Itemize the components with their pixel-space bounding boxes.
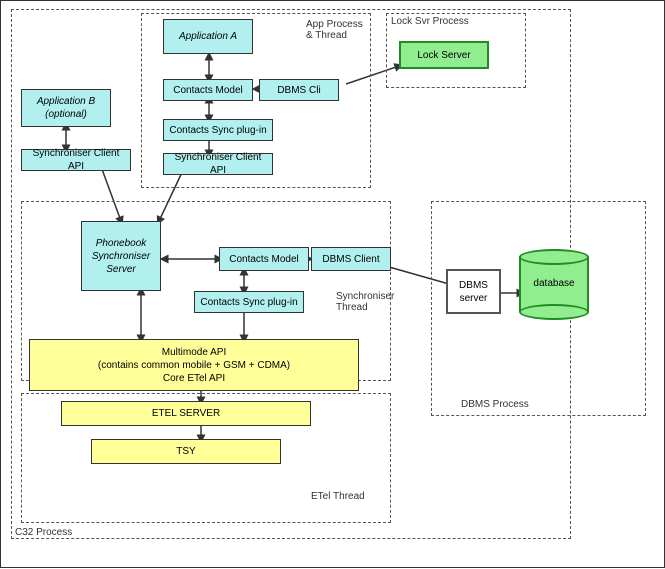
dbms-server-box: DBMS server [446,269,501,314]
dbms-cli-box: DBMS Cli [259,79,339,101]
c32-process-label: C32 Process [15,527,72,538]
sync-client-api-b-box: Synchroniser Client API [21,149,131,171]
multimode-api-box: Multimode API (contains common mobile + … [29,339,359,391]
application-a-box: Application A [163,19,253,54]
etel-server-box: ETEL SERVER [61,401,311,426]
tsy-box: TSY [91,439,281,464]
database-cylinder: database [519,249,589,320]
dbms-client-box: DBMS Client [311,247,391,271]
contacts-sync-top-box: Contacts Sync plug-in [163,119,273,141]
phonebook-sync-server-box: Phonebook Synchroniser Server [81,221,161,291]
etel-thread-label: ETel Thread [311,491,365,502]
dbms-process-label: DBMS Process [461,399,529,410]
application-b-box: Application B (optional) [21,89,111,127]
sync-thread-label: Synchroniser Thread [336,291,394,313]
lock-server-box: Lock Server [399,41,489,69]
cylinder-bottom [519,304,589,320]
architecture-diagram: C32 Process App Process & Thread Lock Sv… [0,0,665,568]
lock-svr-label: Lock Svr Process [391,16,469,27]
contacts-model-mid-box: Contacts Model [219,247,309,271]
sync-client-api-top-box: Synchroniser Client API [163,153,273,175]
cylinder-top [519,249,589,265]
contacts-model-top-box: Contacts Model [163,79,253,101]
app-process-label: App Process & Thread [306,19,363,41]
contacts-sync-mid-box: Contacts Sync plug-in [194,291,304,313]
